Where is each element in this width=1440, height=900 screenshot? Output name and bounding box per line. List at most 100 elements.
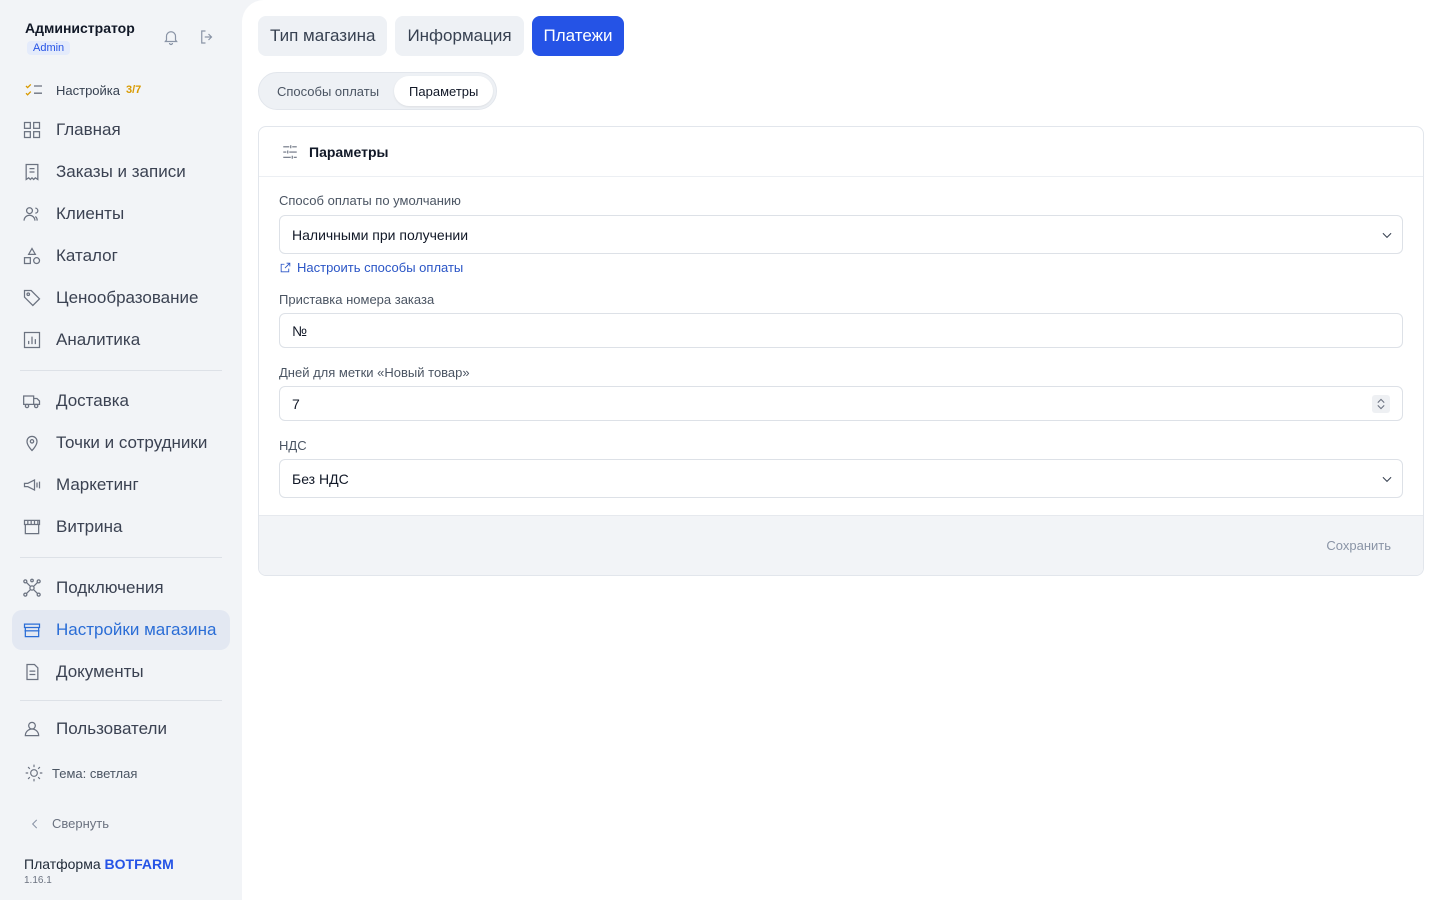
- document-icon: [26, 663, 39, 681]
- setup-count: 3/7: [126, 84, 142, 96]
- setup-label: Настройка: [56, 82, 120, 98]
- number-stepper[interactable]: [1372, 394, 1390, 413]
- user-name: Администратор: [25, 20, 135, 36]
- subtab-parameters[interactable]: Параметры: [394, 76, 494, 106]
- sidebar-item-delivery[interactable]: Доставка: [12, 381, 230, 421]
- vat-label: НДС: [279, 438, 307, 453]
- sidebar-divider: [20, 700, 222, 701]
- sidebar-divider: [20, 370, 222, 371]
- tab-store-type[interactable]: Тип магазина: [258, 16, 388, 56]
- checklist-icon: [25, 83, 42, 96]
- store-icon: [23, 623, 41, 638]
- logout-icon[interactable]: [198, 28, 216, 46]
- sidebar-item-label: Точки и сотрудники: [56, 433, 208, 452]
- role-badge: Admin: [27, 41, 71, 55]
- location-pin-icon: [26, 435, 38, 452]
- theme-toggle[interactable]: Тема: светлая: [24, 763, 137, 783]
- sidebar-item-label: Клиенты: [56, 204, 125, 223]
- sidebar-item-label: Аналитика: [56, 330, 141, 349]
- configure-payment-methods-link[interactable]: Настроить способы оплаты: [279, 260, 463, 275]
- sidebar-item-catalog[interactable]: Каталог: [12, 236, 230, 276]
- sidebar-item-label: Настройки магазина: [56, 620, 217, 639]
- sidebar-item-label: Пользователи: [56, 719, 167, 738]
- sidebar-item-orders[interactable]: Заказы и записи: [12, 152, 230, 192]
- sliders-icon: [283, 144, 297, 159]
- sidebar-item-store-settings[interactable]: Настройки магазина: [12, 610, 230, 650]
- users-icon: [23, 207, 39, 221]
- nav-tertiary: Подключения Настройки магазина Документы: [12, 568, 230, 692]
- sidebar-item-label: Витрина: [56, 517, 123, 536]
- setup-progress[interactable]: Настройка 3/7: [24, 82, 141, 98]
- main-panel: Тип магазина Информация Платежи Способы …: [242, 0, 1440, 900]
- brand-prefix: Платформа: [24, 856, 101, 872]
- subtabs: Способы оплаты Параметры: [258, 72, 498, 110]
- sidebar-item-label: Ценообразование: [56, 288, 199, 307]
- order-prefix-value: №: [292, 322, 308, 339]
- sidebar-item-clients[interactable]: Клиенты: [12, 194, 230, 234]
- sidebar-item-label: Документы: [56, 662, 144, 681]
- nav-users: Пользователи: [12, 709, 230, 749]
- brand: Платформа BOTFARM: [24, 856, 174, 872]
- configure-link-label: Настроить способы оплаты: [297, 260, 464, 275]
- card-header: Параметры: [259, 127, 1423, 177]
- sidebar-item-documents[interactable]: Документы: [12, 652, 230, 692]
- default-payment-select[interactable]: Наличными при получении: [279, 215, 1403, 254]
- collapse-button[interactable]: Свернуть: [28, 816, 109, 831]
- sidebar-item-connections[interactable]: Подключения: [12, 568, 230, 608]
- sidebar-item-marketing[interactable]: Маркетинг: [12, 465, 230, 505]
- default-payment-label: Способ оплаты по умолчанию: [279, 193, 461, 208]
- megaphone-icon: [23, 478, 41, 492]
- new-days-input[interactable]: 7: [279, 386, 1403, 421]
- vat-select[interactable]: Без НДС: [279, 459, 1403, 498]
- subtab-payment-methods[interactable]: Способы оплаты: [262, 76, 394, 106]
- chevron-down-icon: [1382, 232, 1392, 238]
- chevron-down-icon: [1382, 476, 1392, 482]
- chevron-left-icon: [31, 819, 38, 828]
- sidebar-item-analytics[interactable]: Аналитика: [12, 320, 230, 360]
- chart-icon: [23, 331, 41, 349]
- network-icon: [23, 578, 41, 597]
- grid-icon: [23, 121, 41, 139]
- sidebar-divider: [20, 557, 222, 558]
- sidebar-item-home[interactable]: Главная: [12, 110, 230, 150]
- top-tabs: Тип магазина Информация Платежи: [258, 16, 625, 56]
- collapse-label: Свернуть: [52, 816, 110, 831]
- parameters-card: Параметры Способ оплаты по умолчанию Нал…: [258, 126, 1424, 576]
- save-button[interactable]: Сохранить: [1326, 538, 1391, 553]
- card-footer: Сохранить: [259, 515, 1423, 575]
- sidebar-item-points[interactable]: Точки и сотрудники: [12, 423, 230, 463]
- new-days-label: Дней для метки «Новый товар»: [279, 365, 470, 380]
- sidebar-item-label: Каталог: [56, 246, 118, 265]
- storefront-icon: [23, 519, 41, 535]
- order-prefix-input[interactable]: №: [279, 313, 1403, 348]
- top-icons: [162, 28, 216, 46]
- shapes-icon: [23, 247, 41, 265]
- vat-value: Без НДС: [292, 470, 349, 487]
- user-icon: [24, 721, 40, 737]
- sidebar-item-label: Главная: [56, 120, 121, 139]
- tab-payments[interactable]: Платежи: [531, 16, 625, 56]
- truck-icon: [23, 395, 41, 409]
- tab-information[interactable]: Информация: [395, 16, 524, 56]
- app-version: 1.16.1: [24, 875, 52, 886]
- sidebar-item-users[interactable]: Пользователи: [12, 709, 230, 749]
- brand-name: BOTFARM: [104, 856, 174, 872]
- sidebar-item-label: Заказы и записи: [56, 162, 186, 181]
- sidebar-item-storefront[interactable]: Витрина: [12, 507, 230, 547]
- bell-icon[interactable]: [162, 28, 180, 46]
- default-payment-value: Наличными при получении: [292, 226, 469, 243]
- sidebar-item-label: Подключения: [56, 578, 164, 597]
- external-link-icon: [280, 262, 291, 273]
- card-title: Параметры: [309, 143, 389, 160]
- user-block: Администратор Admin: [25, 20, 135, 56]
- sidebar: Администратор Admin Настройка 3/7 Главна…: [0, 0, 242, 900]
- theme-label: Тема: светлая: [52, 765, 138, 781]
- nav-primary: Главная Заказы и записи Клиенты Каталог …: [12, 110, 230, 360]
- sun-icon: [25, 764, 43, 782]
- order-prefix-label: Приставка номера заказа: [279, 292, 435, 307]
- receipt-icon: [25, 163, 39, 181]
- sidebar-item-pricing[interactable]: Ценообразование: [12, 278, 230, 318]
- sidebar-item-label: Маркетинг: [56, 475, 139, 494]
- tag-icon: [23, 289, 41, 307]
- nav-secondary: Доставка Точки и сотрудники Маркетинг Ви…: [12, 381, 230, 547]
